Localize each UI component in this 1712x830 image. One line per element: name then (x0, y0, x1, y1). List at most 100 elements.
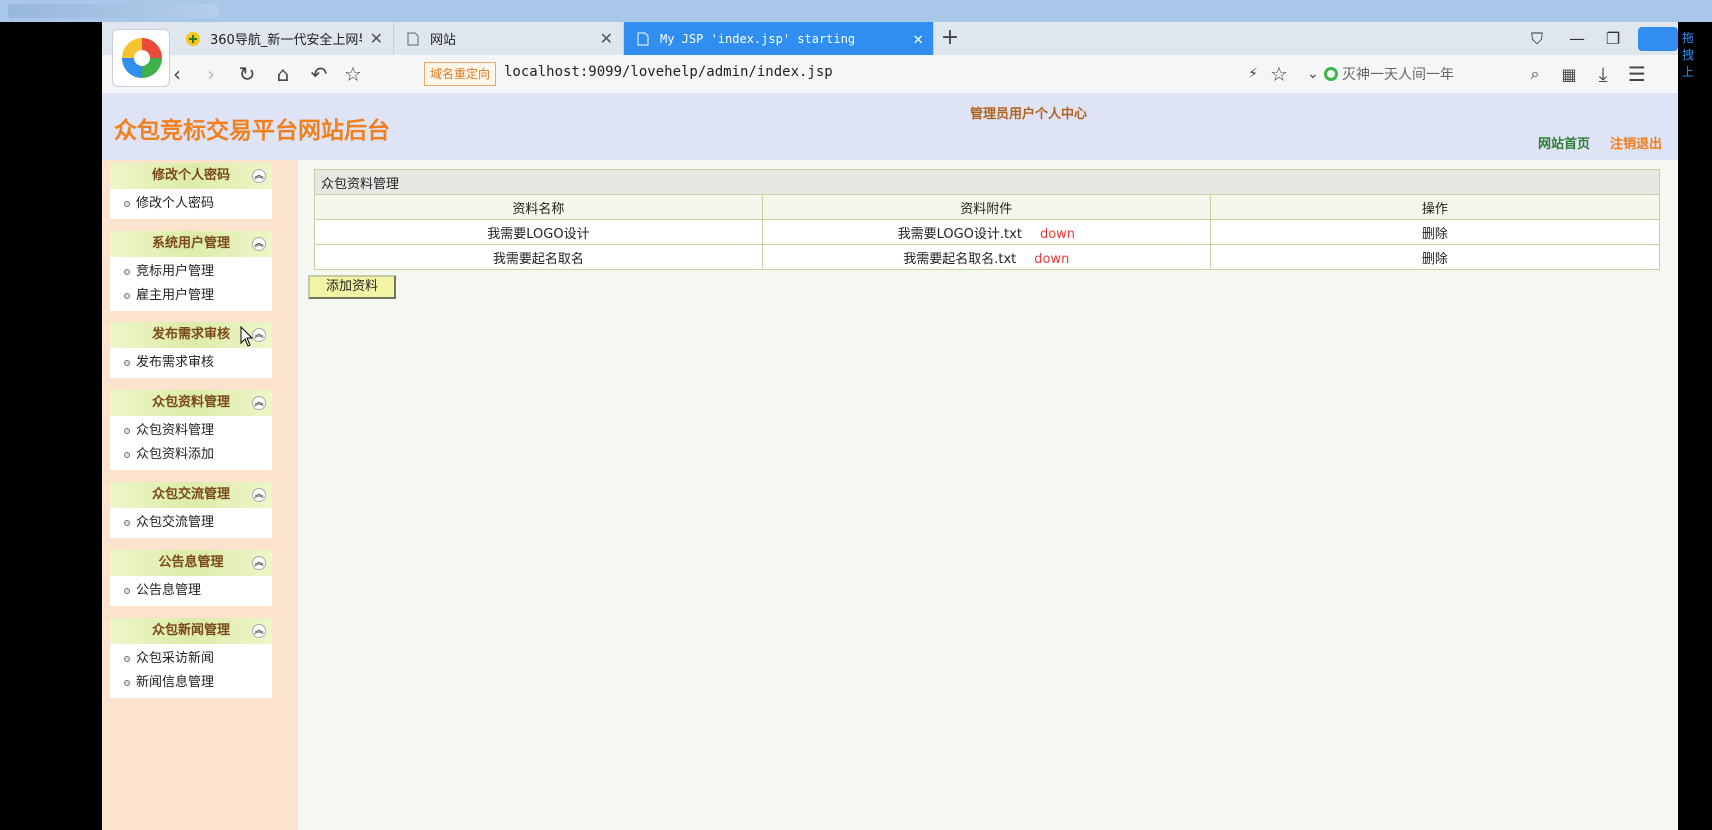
bullet-icon (124, 201, 130, 207)
menu-group-title: 系统用户管理 (151, 236, 230, 251)
table-row: 我需要LOGO设计 我需要LOGO设计.txt down 删除 (314, 219, 1661, 245)
main-content: 众包资料管理 资料名称 资料附件 操作 我需要LOGO设计 我需要LOGO设计.… (298, 160, 1678, 830)
menu-group-header[interactable]: 公告息管理 ︽ (110, 550, 272, 576)
menu-item-label: 竞标用户管理 (136, 264, 215, 279)
refresh-icon[interactable]: ↻ (232, 59, 262, 89)
column-header: 操作 (1209, 194, 1661, 220)
bullet-icon (124, 293, 130, 299)
bullet-icon (124, 680, 130, 686)
360-browser-logo (112, 29, 170, 87)
menu-item-label: 公告息管理 (136, 583, 202, 598)
menu-group-title: 公告息管理 (158, 555, 224, 570)
home-link[interactable]: 网站首页 (1538, 133, 1590, 152)
menu-group-header[interactable]: 众包新闻管理 ︽ (110, 618, 272, 644)
menu-group-header[interactable]: 修改个人密码 ︽ (110, 163, 272, 189)
search-icon[interactable]: ⌕ (1520, 59, 1550, 89)
download-link[interactable]: down (1040, 227, 1075, 242)
table-header-row: 资料名称 资料附件 操作 (314, 194, 1661, 220)
center-title: 管理员用户个人中心 (970, 107, 1088, 122)
apps-icon[interactable]: ▦ (1554, 59, 1584, 89)
logout-link[interactable]: 注销退出 (1610, 133, 1662, 152)
bookmark-star-icon[interactable]: ☆ (1264, 59, 1294, 89)
cloud-icon[interactable] (1638, 27, 1678, 51)
close-icon[interactable]: ✕ (913, 29, 923, 48)
menu-item-label: 众包采访新闻 (136, 651, 215, 666)
column-header: 资料名称 (314, 194, 763, 220)
mouse-cursor-icon (240, 326, 254, 347)
menu-item[interactable]: 众包交流管理 (110, 511, 272, 535)
shirt-skin-icon[interactable]: ⛉ (1520, 22, 1554, 55)
bullet-icon (124, 428, 130, 434)
tab-label: My JSP 'index.jsp' starting (660, 31, 856, 46)
download-link[interactable]: down (1034, 252, 1069, 267)
table-row: 我需要起名取名 我需要起名取名.txt down 删除 (314, 244, 1661, 270)
menu-group-title: 发布需求审核 (151, 327, 230, 342)
menu-item[interactable]: 众包采访新闻 (110, 647, 272, 671)
home-icon[interactable]: ⌂ (268, 59, 298, 89)
bullet-icon (124, 588, 130, 594)
close-icon[interactable]: ✕ (370, 29, 383, 48)
attachment-filename: 我需要起名取名.txt (903, 251, 1017, 267)
address-bar-row: ‹ › ↻ ⌂ ↶ ☆ 域名重定向 localhost:9099/lovehel… (102, 55, 1678, 95)
collapse-icon[interactable]: ︽ (252, 488, 266, 502)
restore-icon[interactable]: ❐ (1596, 22, 1630, 55)
collapse-icon[interactable]: ︽ (252, 169, 266, 183)
collapse-icon[interactable]: ︽ (252, 556, 266, 570)
menu-item[interactable]: 众包资料添加 (110, 443, 272, 467)
menu-group-header[interactable]: 众包交流管理 ︽ (110, 482, 272, 508)
bullet-icon (124, 452, 130, 458)
bullet-icon (124, 269, 130, 275)
bullet-icon (124, 656, 130, 662)
table-title-row: 众包资料管理 (314, 169, 1660, 195)
delete-link[interactable]: 删除 (1209, 244, 1661, 270)
menu-group-password: 修改个人密码 ︽ 修改个人密码 (110, 163, 272, 219)
desktop-taskbar-strip (0, 0, 1712, 22)
menu-item[interactable]: 修改个人密码 (110, 192, 272, 216)
menu-item[interactable]: 雇主用户管理 (110, 284, 272, 308)
tab-label: 网站 (430, 33, 457, 48)
menu-group-header[interactable]: 系统用户管理 ︽ (110, 231, 272, 257)
bullet-icon (124, 520, 130, 526)
url-field[interactable]: localhost:9099/lovehelp/admin/index.jsp (504, 64, 833, 80)
menu-item-label: 修改个人密码 (136, 196, 215, 211)
collapse-icon[interactable]: ︽ (252, 396, 266, 410)
page-icon (404, 30, 422, 48)
menu-item[interactable]: 发布需求审核 (110, 351, 272, 375)
tab-index-jsp[interactable]: My JSP 'index.jsp' starting ✕ (624, 22, 934, 55)
delete-link[interactable]: 删除 (1209, 219, 1661, 245)
forward-icon[interactable]: › (196, 59, 226, 89)
menu-group-header[interactable]: 众包资料管理 ︽ (110, 390, 272, 416)
download-icon[interactable]: ⤓ (1588, 59, 1618, 89)
minimize-icon[interactable]: — (1560, 22, 1594, 55)
new-tab-button[interactable]: + (936, 25, 964, 50)
menu-group-title: 众包新闻管理 (151, 623, 230, 638)
add-material-button[interactable]: 添加资料 (308, 275, 396, 299)
collapse-icon[interactable]: ︽ (252, 328, 266, 342)
menu-group-users: 系统用户管理 ︽ 竞标用户管理 雇主用户管理 (110, 231, 272, 311)
column-header: 资料附件 (761, 194, 1211, 220)
collapse-icon[interactable]: ︽ (252, 624, 266, 638)
menu-item[interactable]: 众包资料管理 (110, 419, 272, 443)
side-tab-label[interactable]: 拖拽上 (1682, 29, 1694, 80)
sidebar-menu: 修改个人密码 ︽ 修改个人密码 系统用户管理 ︽ 竞标用户管理 雇主用户管理 发布需… (102, 160, 298, 830)
tab-website[interactable]: 网站 ✕ (394, 22, 624, 55)
redirect-badge[interactable]: 域名重定向 (424, 62, 497, 86)
page-header: 众包竞标交易平台网站后台 管理员用户个人中心 网站首页 注销退出 (102, 93, 1678, 160)
undo-close-icon[interactable]: ↶ (304, 59, 334, 89)
tab-360-nav[interactable]: 360导航_新一代安全上网导航 ✕ (174, 22, 394, 55)
table-title: 众包资料管理 (314, 169, 1660, 195)
menu-icon[interactable]: ☰ (1622, 59, 1652, 89)
menu-group-title: 修改个人密码 (151, 168, 230, 183)
menu-group-materials: 众包资料管理 ︽ 众包资料管理 众包资料添加 (110, 390, 272, 470)
attachment-filename: 我需要LOGO设计.txt (897, 226, 1022, 242)
collapse-icon[interactable]: ︽ (252, 237, 266, 251)
site-title: 众包竞标交易平台网站后台 (114, 118, 390, 144)
favorite-icon[interactable]: ☆ (338, 59, 368, 89)
material-name: 我需要起名取名 (314, 244, 763, 270)
menu-item[interactable]: 新闻信息管理 (110, 671, 272, 695)
close-icon[interactable]: ✕ (600, 29, 613, 48)
menu-item[interactable]: 公告息管理 (110, 579, 272, 603)
menu-item[interactable]: 竞标用户管理 (110, 260, 272, 284)
bullet-icon (124, 360, 130, 366)
material-name: 我需要LOGO设计 (314, 219, 763, 245)
